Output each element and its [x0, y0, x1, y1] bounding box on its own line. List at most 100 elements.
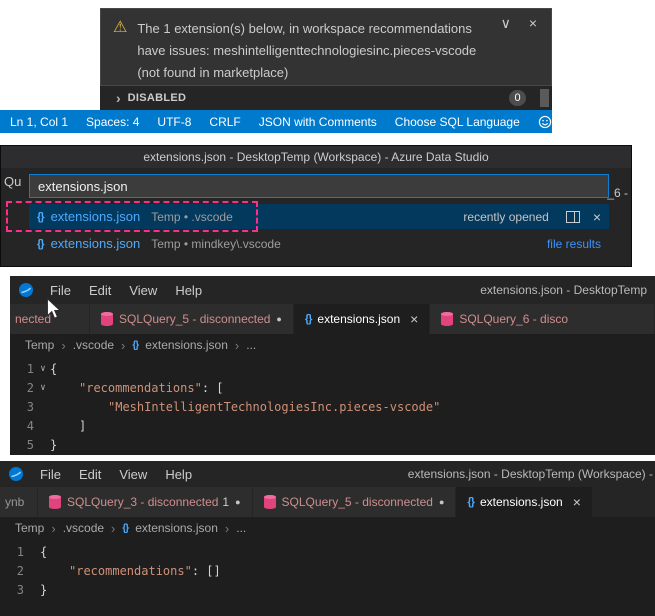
result-group-label: file results — [546, 236, 601, 251]
menu-help[interactable]: Help — [157, 464, 200, 485]
app-logo-icon — [18, 282, 34, 298]
status-bar: Ln 1, Col 1 Spaces: 4 UTF-8 CRLF JSON wi… — [0, 110, 580, 133]
statusbar-cursor-position[interactable]: Ln 1, Col 1 — [10, 115, 68, 129]
breadcrumb-file[interactable]: extensions.json — [145, 338, 228, 352]
line-number: 2 — [26, 380, 34, 395]
dirty-indicator[interactable]: ● — [439, 497, 444, 507]
tab-label-suffix: 1 — [222, 495, 230, 509]
app-logo-icon — [8, 466, 24, 482]
database-icon — [49, 495, 61, 509]
menu-view[interactable]: View — [111, 464, 155, 485]
open-to-side-icon[interactable] — [565, 210, 580, 223]
statusbar-sql-language[interactable]: Choose SQL Language — [395, 115, 520, 129]
dirty-indicator[interactable]: ● — [235, 497, 240, 507]
quick-open-widget: {} extensions.json Temp • .vscode recent… — [29, 174, 609, 256]
tab-extensions-json-active[interactable]: {} extensions.json × — [456, 487, 593, 517]
breadcrumb-more[interactable]: ... — [236, 521, 246, 535]
statusbar-indentation[interactable]: Spaces: 4 — [86, 115, 139, 129]
line-number: 1 — [26, 361, 34, 376]
breadcrumb-more[interactable]: ... — [246, 338, 256, 352]
result-group-label: recently opened — [463, 209, 549, 224]
code-line: 4 ] — [10, 416, 655, 435]
bell-icon[interactable] — [568, 115, 582, 129]
code-line: 2 "recommendations": [] — [0, 561, 655, 580]
fold-icon[interactable]: ∨ — [36, 364, 50, 374]
tab-sqlquery5[interactable]: SQLQuery_5 - disconnected ● — [252, 487, 457, 517]
chevron-right-icon: › — [61, 337, 66, 353]
json-file-icon: {} — [132, 339, 139, 351]
result-file-name: extensions.json — [50, 209, 141, 224]
line-number: 5 — [26, 437, 34, 452]
line-number: 1 — [16, 544, 24, 559]
remove-from-recent-icon[interactable]: × — [593, 209, 601, 225]
notification-line-2: have issues: meshintelligenttechnologies… — [137, 43, 477, 58]
tab-extensions-json-active[interactable]: {} extensions.json × — [293, 304, 431, 334]
warning-icon: ⚠ — [113, 19, 128, 36]
result-file-name: extensions.json — [50, 236, 141, 251]
window-title: extensions.json - DesktopTemp (Workspace… — [407, 467, 653, 481]
close-tab-icon[interactable]: × — [410, 311, 418, 327]
tab-bar: ynb SQLQuery_3 - disconnected 1 ● SQLQue… — [0, 487, 655, 517]
code-text: } — [40, 582, 48, 597]
breadcrumb-root[interactable]: Temp — [15, 521, 44, 535]
tab-sqlquery5[interactable]: SQLQuery_5 - disconnected ● — [90, 304, 294, 334]
statusbar-eol[interactable]: CRLF — [209, 115, 240, 129]
code-line: 3 } — [0, 580, 655, 599]
breadcrumb-folder[interactable]: .vscode — [63, 521, 104, 535]
result-file-path: Temp • mindkey\.vscode — [151, 236, 281, 251]
code-text: "recommendations": [] — [69, 563, 221, 578]
notification-line-1: The 1 extension(s) below, in workspace r… — [137, 21, 472, 36]
breadcrumb: Temp › .vscode › {} extensions.json › ..… — [0, 517, 655, 539]
menu-edit[interactable]: Edit — [71, 464, 109, 485]
code-line: 2 ∨ "recommendations": [ — [10, 378, 655, 397]
scrollbar[interactable] — [540, 89, 549, 107]
extensions-disabled-section-header[interactable]: › DISABLED 0 — [100, 86, 552, 110]
tab-bar-filler — [592, 487, 655, 517]
breadcrumb: Temp › .vscode › {} extensions.json › ..… — [10, 334, 655, 356]
breadcrumb-root[interactable]: Temp — [25, 338, 54, 352]
json-file-icon: {} — [467, 496, 475, 508]
line-number: 2 — [16, 563, 24, 578]
menu-file[interactable]: File — [32, 464, 69, 485]
window-title: extensions.json - DesktopTemp — [480, 283, 647, 297]
fold-icon[interactable]: ∨ — [36, 383, 50, 393]
database-icon — [441, 312, 454, 326]
quick-open-result-selected[interactable]: {} extensions.json Temp • .vscode recent… — [29, 204, 609, 229]
window-titlebar[interactable]: File Edit View Help extensions.json - De… — [10, 276, 655, 304]
tab-sqlquery3[interactable]: SQLQuery_3 - disconnected 1 ● — [38, 487, 253, 517]
window-titlebar[interactable]: File Edit View Help extensions.json - De… — [0, 461, 655, 487]
menu-view[interactable]: View — [121, 280, 165, 301]
menu-edit[interactable]: Edit — [81, 280, 119, 301]
database-icon — [101, 312, 113, 326]
line-number: 4 — [26, 418, 34, 433]
menu-help[interactable]: Help — [167, 280, 210, 301]
code-line: 1 ∨ { — [10, 359, 655, 378]
code-editor[interactable]: 1 ∨ { 2 ∨ "recommendations": [ 3 "MeshIn… — [10, 356, 655, 454]
mouse-cursor — [46, 298, 61, 320]
feedback-icon[interactable] — [538, 115, 552, 129]
tab-label: SQLQuery_5 - disconnected — [281, 495, 433, 509]
code-line: 5 } — [10, 435, 655, 454]
json-file-icon: {} — [37, 210, 45, 223]
window-titlebar[interactable]: extensions.json - DesktopTemp (Workspace… — [1, 146, 631, 168]
chevron-down-icon[interactable]: ∨ — [501, 15, 511, 32]
close-tab-icon[interactable]: × — [573, 494, 581, 510]
code-text: { — [40, 544, 48, 559]
tab-partial[interactable]: ynb — [0, 487, 38, 517]
code-text: ] — [79, 418, 87, 433]
breadcrumb-folder[interactable]: .vscode — [73, 338, 114, 352]
tab-label: SQLQuery_5 - disconnected — [119, 312, 271, 326]
dirty-indicator[interactable]: ● — [276, 314, 281, 324]
quick-open-input[interactable] — [29, 174, 609, 198]
window-title: extensions.json - DesktopTemp (Workspace… — [143, 150, 489, 164]
json-file-icon: {} — [37, 237, 45, 250]
statusbar-language-mode[interactable]: JSON with Comments — [259, 115, 377, 129]
breadcrumb-file[interactable]: extensions.json — [135, 521, 218, 535]
close-icon[interactable]: × — [529, 15, 537, 32]
code-editor[interactable]: 1 { 2 "recommendations": [] 3 } — [0, 539, 655, 599]
statusbar-encoding[interactable]: UTF-8 — [157, 115, 191, 129]
tab-sqlquery6-partial[interactable]: SQLQuery_6 - disco — [430, 304, 655, 334]
tab-label: SQLQuery_3 - disconnected — [67, 495, 219, 509]
quick-open-result[interactable]: {} extensions.json Temp • mindkey\.vscod… — [29, 231, 609, 256]
json-file-icon: {} — [304, 313, 313, 325]
